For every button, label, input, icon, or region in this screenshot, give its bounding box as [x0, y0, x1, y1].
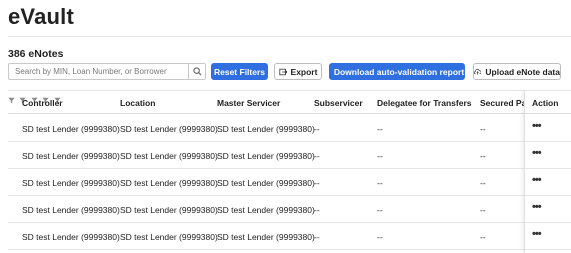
cell-secured-party: --	[480, 123, 486, 134]
title-divider	[8, 36, 571, 37]
more-horizontal-icon[interactable]: •••	[532, 193, 542, 220]
column-header-location[interactable]: Location	[120, 91, 155, 115]
column-header-delegatee[interactable]: Delegatee for Transfers	[377, 91, 471, 115]
upload-enote-label: Upload eNote data	[485, 66, 560, 77]
more-horizontal-icon[interactable]: •••	[532, 220, 542, 247]
page-title: eVault	[8, 4, 75, 29]
cell-delegatee: --	[377, 231, 383, 242]
cell-subservicer: --	[314, 177, 320, 188]
column-label: Controller	[22, 98, 63, 108]
cell-delegatee: --	[377, 150, 383, 161]
cell-delegatee: --	[377, 204, 383, 215]
column-header-master-servicer[interactable]: Master Servicer	[217, 91, 280, 115]
column-label: Subservicer	[314, 98, 363, 108]
download-report-button[interactable]: Download auto-validation report	[329, 63, 465, 80]
column-label: Delegatee for Transfers	[377, 98, 472, 108]
cell-master-servicer: SD test Lender (9999380)	[217, 123, 315, 134]
export-icon	[278, 68, 287, 75]
more-horizontal-icon[interactable]: •••	[532, 166, 542, 193]
download-report-label: Download auto-validation report	[333, 66, 465, 77]
cell-subservicer: --	[314, 123, 320, 134]
cell-master-servicer: SD test Lender (9999380)	[217, 177, 315, 188]
cell-location: SD test Lender (9999380)	[120, 177, 218, 188]
enote-count: 386 eNotes	[8, 48, 64, 60]
cell-secured-party: --	[480, 204, 486, 215]
column-header-secured-party[interactable]: Secured Party	[480, 91, 524, 115]
cell-delegatee: --	[377, 177, 383, 188]
cell-location: SD test Lender (9999380)	[120, 123, 218, 134]
cell-controller: SD test Lender (9999380)	[22, 177, 120, 188]
cell-subservicer: --	[314, 204, 320, 215]
cell-location: SD test Lender (9999380)	[120, 204, 218, 215]
cell-controller: SD test Lender (9999380)	[22, 231, 120, 242]
cell-subservicer: --	[314, 231, 320, 242]
column-label: Master Servicer	[217, 98, 281, 108]
table-row[interactable]: SD test Lender (9999380) SD test Lender …	[8, 115, 571, 142]
upload-enote-button[interactable]: Upload eNote data	[473, 63, 561, 80]
cell-master-servicer: SD test Lender (9999380)	[217, 231, 315, 242]
column-header-controller[interactable]: Controller	[22, 91, 63, 115]
cell-secured-party: --	[480, 177, 486, 188]
table-header: Controller Location Master Servicer Subs…	[8, 90, 571, 114]
cell-secured-party: --	[480, 231, 486, 242]
search-input[interactable]	[9, 64, 188, 79]
cell-master-servicer: SD test Lender (9999380)	[217, 204, 315, 215]
cell-master-servicer: SD test Lender (9999380)	[217, 150, 315, 161]
cell-location: SD test Lender (9999380)	[120, 150, 218, 161]
table-row[interactable]: SD test Lender (9999380) SD test Lender …	[8, 142, 571, 169]
cell-secured-party: --	[480, 150, 486, 161]
reset-filters-label: Reset Filters	[213, 66, 266, 77]
column-label: Action	[532, 98, 559, 108]
table-row[interactable]: SD test Lender (9999380) SD test Lender …	[8, 196, 571, 223]
table-row[interactable]: SD test Lender (9999380) SD test Lender …	[8, 223, 571, 250]
column-label: Location	[120, 98, 156, 108]
cell-controller: SD test Lender (9999380)	[22, 123, 120, 134]
cell-controller: SD test Lender (9999380)	[22, 204, 120, 215]
export-button[interactable]: Export	[274, 63, 322, 80]
cloud-upload-icon	[474, 68, 482, 75]
column-header-subservicer[interactable]: Subservicer	[314, 91, 363, 115]
export-label: Export	[290, 66, 318, 77]
more-horizontal-icon[interactable]: •••	[532, 139, 542, 166]
cell-location: SD test Lender (9999380)	[120, 231, 218, 242]
search-icon	[192, 67, 202, 76]
enotes-table: Controller Location Master Servicer Subs…	[8, 90, 571, 253]
search-bar	[8, 63, 206, 80]
cell-controller: SD test Lender (9999380)	[22, 150, 120, 161]
filter-icon[interactable]	[8, 97, 15, 104]
search-button[interactable]	[189, 64, 205, 79]
cell-subservicer: --	[314, 150, 320, 161]
table-row[interactable]: SD test Lender (9999380) SD test Lender …	[8, 169, 571, 196]
more-horizontal-icon[interactable]: •••	[532, 112, 542, 139]
cell-delegatee: --	[377, 123, 383, 134]
reset-filters-button[interactable]: Reset Filters	[211, 63, 268, 80]
column-label: Secured Party	[480, 98, 524, 108]
